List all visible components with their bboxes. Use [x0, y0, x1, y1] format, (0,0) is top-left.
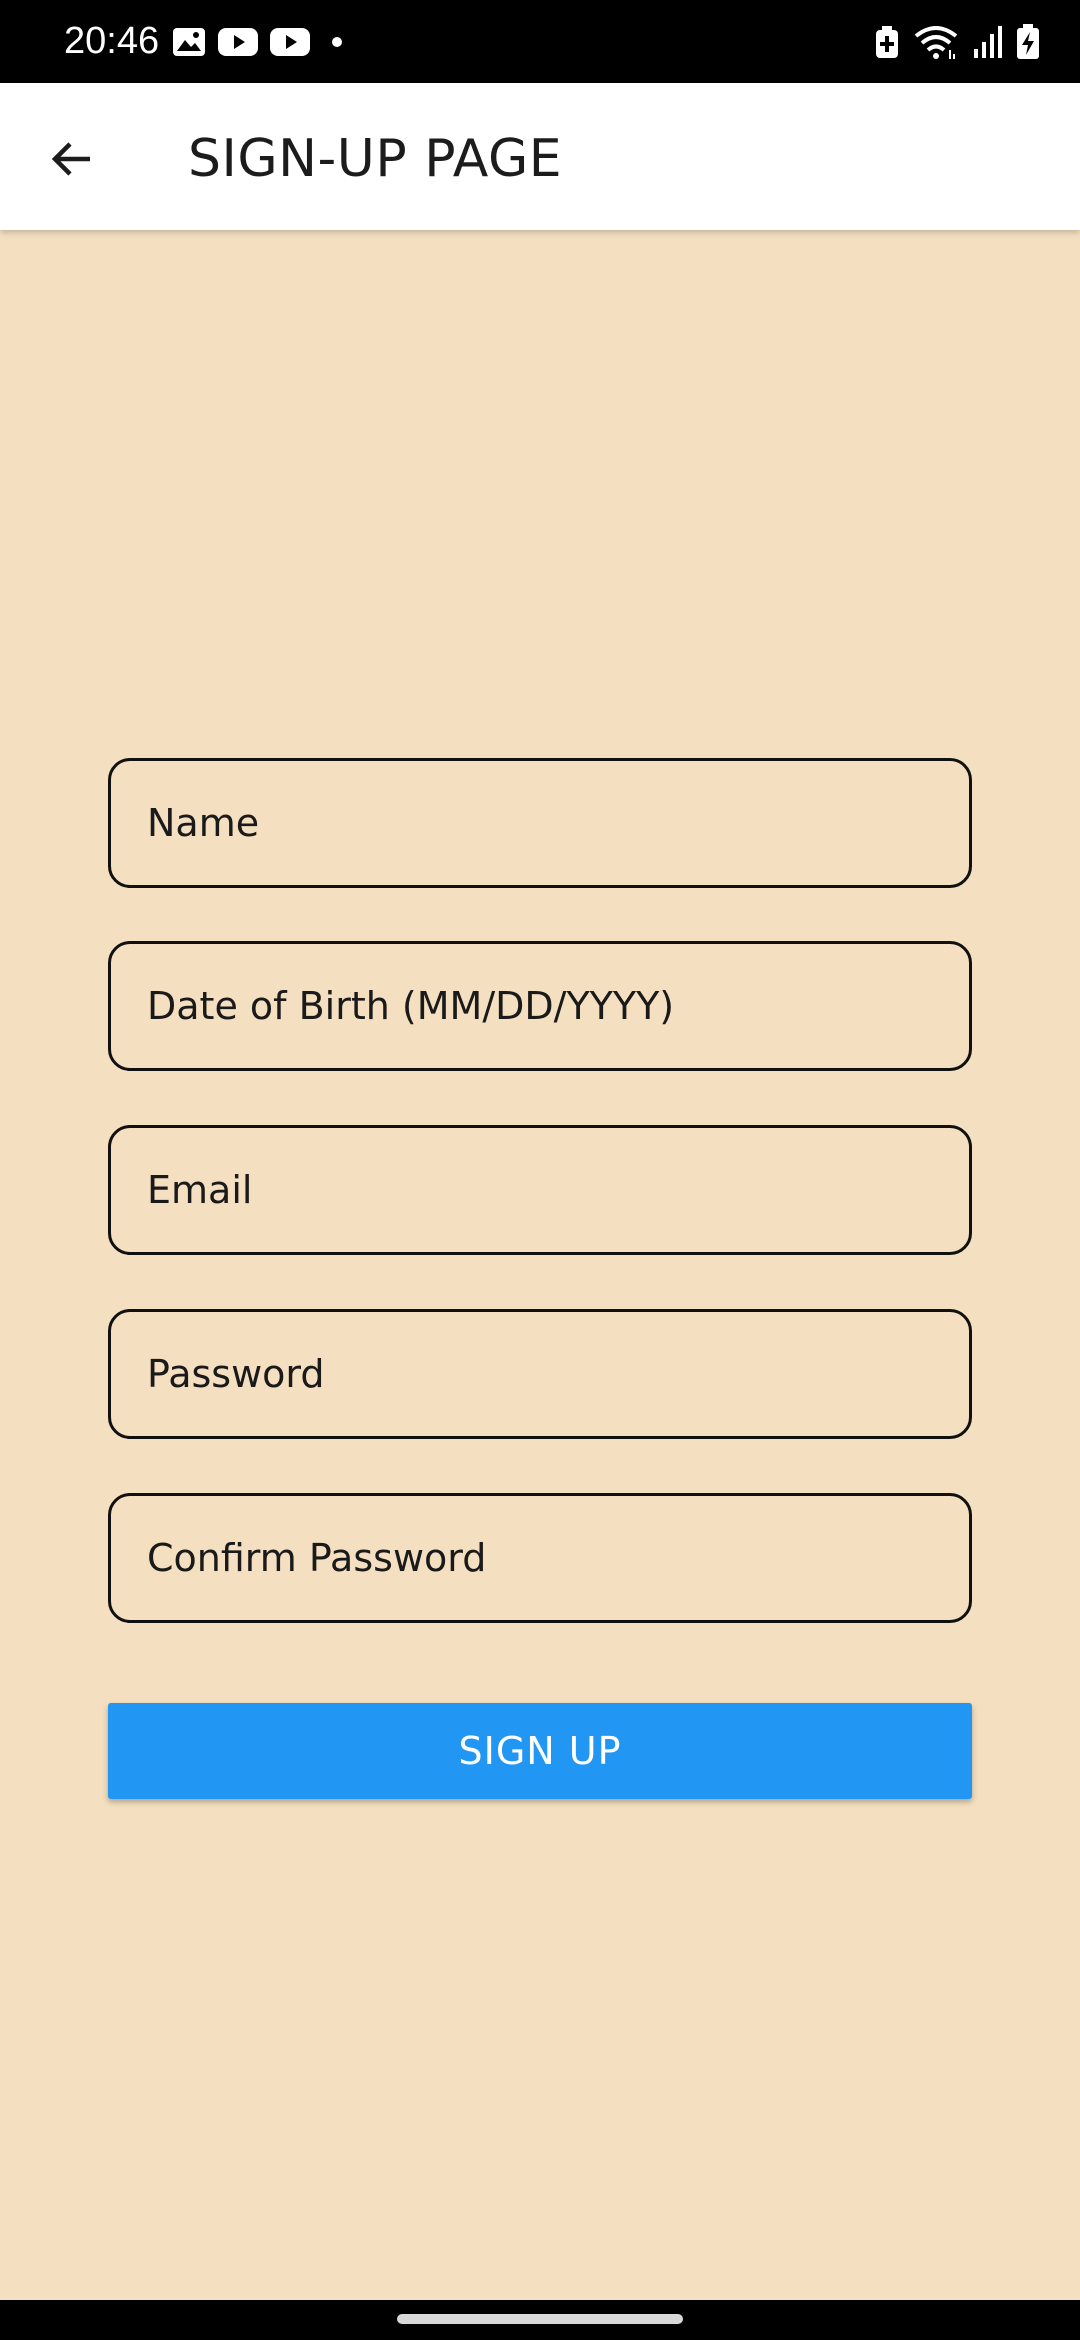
confirm-password-field[interactable]: [108, 1493, 972, 1623]
name-input[interactable]: [111, 761, 969, 885]
date-of-birth-input[interactable]: [111, 944, 969, 1068]
email-input[interactable]: [111, 1128, 969, 1252]
signal-icon: [974, 26, 1002, 58]
navigation-bar: [0, 2300, 1080, 2340]
date-of-birth-field[interactable]: [108, 941, 972, 1071]
youtube-icon: [270, 28, 310, 56]
sign-up-button[interactable]: SIGN UP: [108, 1703, 972, 1799]
gallery-icon: [173, 28, 205, 56]
status-time: 20:46: [64, 20, 160, 62]
status-bar: 20:46: [0, 0, 1080, 83]
battery-saver-icon: [876, 26, 898, 58]
page-title: SIGN-UP PAGE: [188, 129, 563, 189]
back-button[interactable]: [36, 123, 108, 195]
youtube-icon: [218, 28, 258, 56]
arrow-left-icon: [51, 142, 90, 176]
home-indicator[interactable]: [397, 2314, 683, 2324]
wifi-icon: [914, 26, 958, 59]
name-field[interactable]: [108, 758, 972, 888]
system-icons: [874, 18, 1040, 66]
dot-icon: [332, 37, 342, 47]
confirm-password-input[interactable]: [111, 1496, 969, 1620]
password-input[interactable]: [111, 1312, 969, 1436]
notification-icons: [172, 22, 344, 62]
app-bar: SIGN-UP PAGE: [0, 83, 1080, 230]
email-field[interactable]: [108, 1125, 972, 1255]
password-field[interactable]: [108, 1309, 972, 1439]
battery-charging-icon: [1017, 24, 1039, 59]
